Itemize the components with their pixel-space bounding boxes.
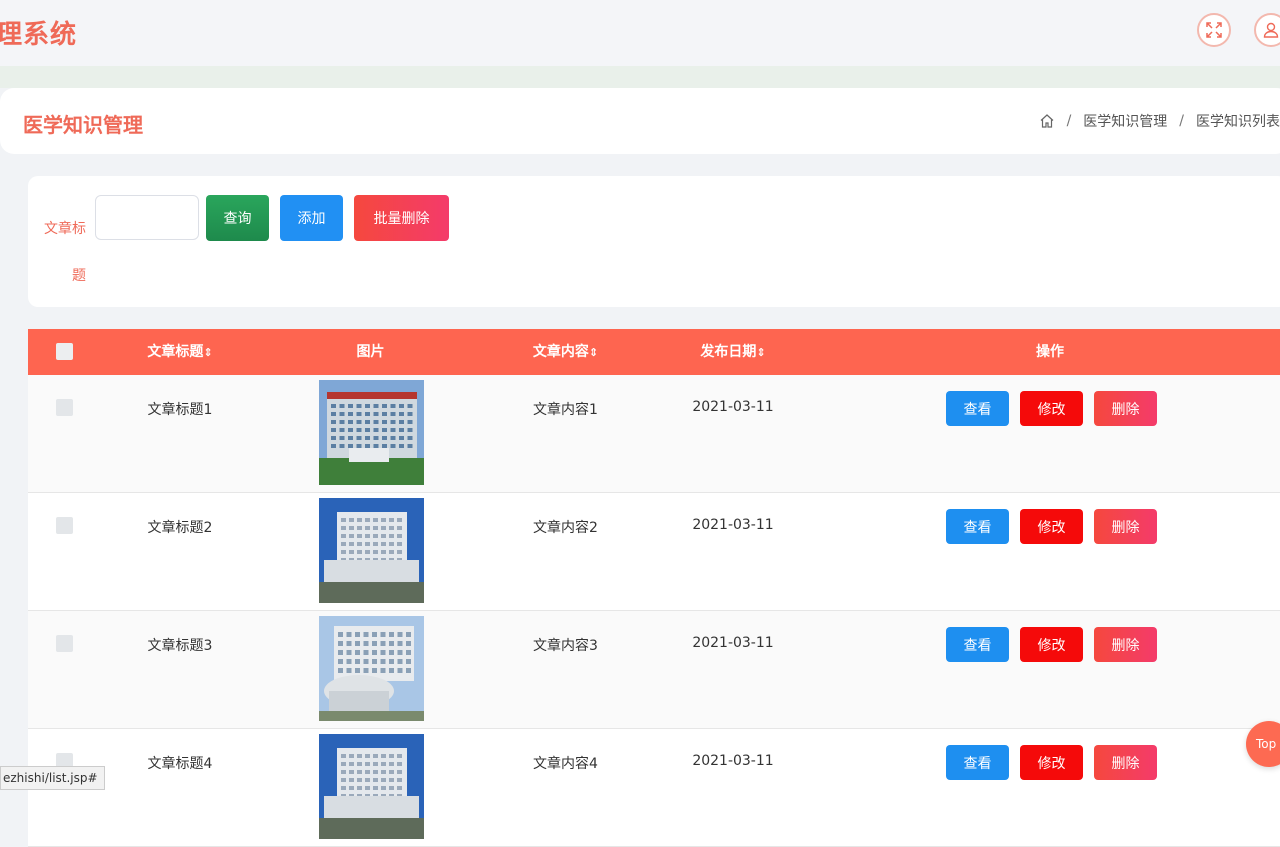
cell-date: 2021-03-11 bbox=[692, 517, 774, 533]
column-header-image: 图片 bbox=[356, 344, 385, 360]
batch-delete-button[interactable]: 批量删除 bbox=[354, 195, 449, 241]
table-row: 文章标题4 文章内容4 2021-03-11 查看 修改 删除 bbox=[28, 729, 1280, 847]
article-image bbox=[319, 616, 424, 721]
status-bar-url: ezhishi/list.jsp# bbox=[0, 766, 105, 790]
search-label: 文章标题 bbox=[44, 221, 86, 284]
cell-date: 2021-03-11 bbox=[692, 635, 774, 651]
delete-button[interactable]: 删除 bbox=[1094, 509, 1157, 544]
row-checkbox[interactable] bbox=[56, 399, 73, 416]
table-body: 文章标题1 文章内容1 2021-03-11 查看 修改 删除 文章标题2 文章内容2 2021… bbox=[28, 375, 1280, 847]
breadcrumb-separator: / bbox=[1066, 113, 1072, 129]
cell-title: 文章标题3 bbox=[147, 638, 213, 654]
edit-button[interactable]: 修改 bbox=[1020, 745, 1083, 780]
row-checkbox[interactable] bbox=[56, 635, 73, 652]
cell-title: 文章标题2 bbox=[147, 520, 213, 536]
select-all-checkbox[interactable] bbox=[56, 343, 73, 360]
column-header-actions: 操作 bbox=[1036, 344, 1064, 360]
table-row: 文章标题3 文章内容3 2021-03-11 查看 修改 删除 bbox=[28, 611, 1280, 729]
delete-button[interactable]: 删除 bbox=[1094, 627, 1157, 662]
table-row: 文章标题2 文章内容2 2021-03-11 查看 修改 删除 bbox=[28, 493, 1280, 611]
add-button[interactable]: 添加 bbox=[280, 195, 343, 241]
sort-icon[interactable]: ⇕ bbox=[589, 346, 598, 359]
title-search-input[interactable] bbox=[95, 195, 199, 240]
edit-button[interactable]: 修改 bbox=[1020, 509, 1083, 544]
cell-date: 2021-03-11 bbox=[692, 399, 774, 415]
cell-title: 文章标题4 bbox=[147, 756, 213, 772]
cell-title: 文章标题1 bbox=[147, 402, 213, 418]
delete-button[interactable]: 删除 bbox=[1094, 391, 1157, 426]
column-header-content[interactable]: 文章内容⇕ bbox=[508, 329, 623, 375]
cell-content: 文章内容1 bbox=[533, 402, 598, 418]
top-bar: 理系统 bbox=[0, 0, 1280, 66]
view-button[interactable]: 查看 bbox=[946, 745, 1009, 780]
cell-content: 文章内容3 bbox=[533, 638, 598, 654]
user-button[interactable] bbox=[1254, 13, 1280, 47]
query-button[interactable]: 查询 bbox=[206, 195, 269, 241]
fullscreen-icon bbox=[1206, 22, 1222, 38]
user-icon bbox=[1263, 22, 1279, 38]
view-button[interactable]: 查看 bbox=[946, 509, 1009, 544]
cell-date: 2021-03-11 bbox=[692, 753, 774, 769]
breadcrumb-separator: / bbox=[1179, 113, 1184, 129]
home-icon[interactable] bbox=[1039, 113, 1055, 129]
article-image bbox=[319, 734, 424, 839]
search-panel: 文章标题 查询 添加 批量删除 bbox=[28, 176, 1280, 307]
article-image bbox=[319, 380, 424, 485]
decorative-band bbox=[0, 66, 1280, 88]
sort-icon[interactable]: ⇕ bbox=[203, 346, 212, 359]
cell-content: 文章内容4 bbox=[533, 756, 598, 772]
page-header: 医学知识管理 / 医学知识管理 / 医学知识列表 bbox=[0, 88, 1280, 154]
breadcrumb-item-list: 医学知识列表 bbox=[1196, 114, 1280, 130]
view-button[interactable]: 查看 bbox=[946, 391, 1009, 426]
app-title: 理系统 bbox=[0, 20, 78, 50]
column-header-title[interactable]: 文章标题⇕ bbox=[128, 329, 232, 375]
article-table: 文章标题⇕ 图片 文章内容⇕ 发布日期⇕ 操作 文章标题1 文章内容1 2021-0… bbox=[28, 329, 1280, 847]
row-checkbox[interactable] bbox=[56, 517, 73, 534]
table-row: 文章标题1 文章内容1 2021-03-11 查看 修改 删除 bbox=[28, 375, 1280, 493]
edit-button[interactable]: 修改 bbox=[1020, 627, 1083, 662]
column-header-date[interactable]: 发布日期⇕ bbox=[678, 329, 788, 375]
page-title: 医学知识管理 bbox=[23, 113, 143, 137]
breadcrumb: / 医学知识管理 / 医学知识列表 bbox=[1039, 111, 1280, 131]
fullscreen-button[interactable] bbox=[1197, 13, 1231, 47]
sort-icon[interactable]: ⇕ bbox=[756, 346, 765, 359]
delete-button[interactable]: 删除 bbox=[1094, 745, 1157, 780]
edit-button[interactable]: 修改 bbox=[1020, 391, 1083, 426]
breadcrumb-item-management[interactable]: 医学知识管理 bbox=[1083, 111, 1167, 131]
article-image bbox=[319, 498, 424, 603]
table-header: 文章标题⇕ 图片 文章内容⇕ 发布日期⇕ 操作 bbox=[28, 329, 1280, 375]
cell-content: 文章内容2 bbox=[533, 520, 598, 536]
view-button[interactable]: 查看 bbox=[946, 627, 1009, 662]
